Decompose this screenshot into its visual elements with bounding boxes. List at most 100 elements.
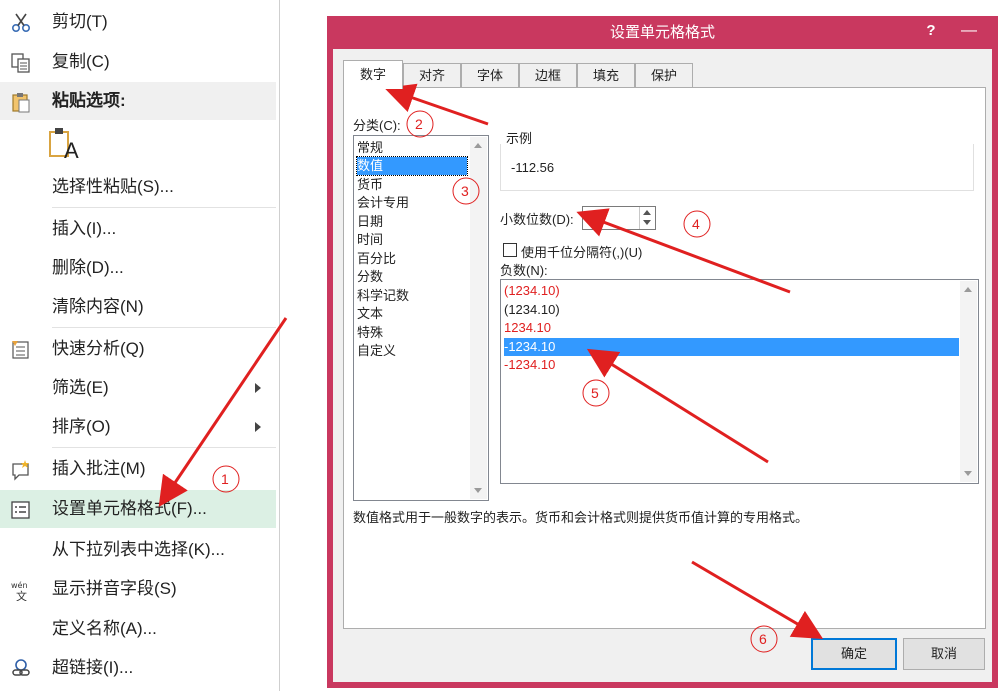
tab-page-number: 分类(C): 常规 数值 货币 会计专用 日期 时间 百分比 分数 科学记数 文… [343,87,986,629]
tab-border[interactable]: 边框 [519,63,577,88]
sample-value: -112.56 [511,160,555,175]
negative-format-item[interactable]: (1234.10) [504,301,959,319]
menu-item-label: 显示拼音字段(S) [52,579,177,598]
category-item-special[interactable]: 特殊 [357,324,467,342]
negative-format-item[interactable]: 1234.10 [504,319,959,337]
ok-button[interactable]: 确定 [811,638,897,670]
format-cells-dialog: 设置单元格格式 ? — 数字 对齐 字体 边框 填充 保护 分类(C): 常规 … [327,16,998,688]
dialog-titlebar[interactable]: 设置单元格格式 ? — [327,16,998,49]
negative-format-item[interactable]: (1234.10) [504,282,959,300]
menu-header-label: 粘贴选项: [52,91,126,110]
menu-item-label: 插入(I)... [52,219,117,238]
menu-item-label: 插入批注(M) [52,459,146,478]
category-item-text[interactable]: 文本 [357,305,467,323]
spinner-down-icon[interactable] [643,220,651,225]
category-item-time[interactable]: 时间 [357,231,467,249]
dialog-title: 设置单元格格式 [609,24,715,41]
menu-item-sort[interactable]: 排序(O) [0,408,276,446]
spinner-up-icon[interactable] [643,210,651,215]
negative-format-item[interactable]: -1234.10 [504,356,959,374]
menu-item-label: 筛选(E) [52,378,109,397]
menu-item-pick-from-list[interactable]: 从下拉列表中选择(K)... [0,531,276,569]
tab-protection[interactable]: 保护 [635,63,693,88]
svg-text:文: 文 [16,589,27,601]
menu-header-paste-options: 粘贴选项: [0,82,276,120]
submenu-arrow-icon [255,383,261,393]
tab-fill[interactable]: 填充 [577,63,635,88]
scissors-icon [11,13,31,33]
negative-numbers-label: 负数(N): [500,263,548,278]
decimal-places-value[interactable]: 2 [590,207,597,229]
format-cells-icon [11,501,30,519]
menu-item-insert-comment[interactable]: 插入批注(M) [0,450,276,488]
menu-item-label: 超链接(I)... [52,658,134,677]
quick-analysis-icon [12,341,29,359]
clipboard-icon [12,93,30,113]
menu-item-label: 排序(O) [52,417,111,436]
minimize-button[interactable]: — [947,16,991,46]
menu-item-label: 设置单元格格式(F)... [52,499,207,518]
sample-box: -112.56 [500,144,974,191]
category-label: 分类(C): [353,118,401,133]
category-item-accounting[interactable]: 会计专用 [357,194,467,212]
category-item-fraction[interactable]: 分数 [357,268,467,286]
tab-number[interactable]: 数字 [343,60,403,89]
context-menu: 剪切(T) 复制(C) 粘贴选项: A 选择性粘贴(S)... 插入(I)...… [0,0,280,691]
scroll-up-icon[interactable] [964,287,972,292]
negative-format-item-selected[interactable]: -1234.10 [504,338,959,356]
category-item-percentage[interactable]: 百分比 [357,250,467,268]
category-item-date[interactable]: 日期 [357,213,467,231]
menu-item-label: 从下拉列表中选择(K)... [52,540,225,559]
cancel-button[interactable]: 取消 [903,638,985,670]
menu-item-format-cells[interactable]: 设置单元格格式(F)... [0,490,276,528]
menu-item-define-name[interactable]: 定义名称(A)... [0,610,276,648]
paste-as-text-option[interactable]: A [48,126,84,166]
menu-item-label: 选择性粘贴(S)... [52,177,174,196]
help-button[interactable]: ? [917,16,945,46]
copy-icon [11,53,30,73]
menu-item-cut[interactable]: 剪切(T) [0,3,276,41]
phonetic-icon: wén 文 [11,580,28,601]
scroll-up-icon[interactable] [474,143,482,148]
category-item-custom[interactable]: 自定义 [357,342,467,360]
svg-text:wén: wén [11,580,28,590]
scroll-down-icon[interactable] [474,488,482,493]
category-list[interactable]: 常规 数值 货币 会计专用 日期 时间 百分比 分数 科学记数 文本 特殊 自定… [353,135,489,501]
paste-option-glyph: A [64,138,79,163]
menu-separator [52,207,276,208]
negative-list-scrollbar[interactable] [960,281,977,482]
menu-item-copy[interactable]: 复制(C) [0,43,276,81]
menu-item-hyperlink[interactable]: 超链接(I)... [0,649,276,687]
tab-alignment[interactable]: 对齐 [403,63,461,88]
menu-item-paste-special[interactable]: 选择性粘贴(S)... [0,168,276,206]
format-description: 数值格式用于一般数字的表示。货币和会计格式则提供货币值计算的专用格式。 [353,510,809,525]
submenu-arrow-icon [255,422,261,432]
thousands-separator-checkbox[interactable] [503,243,517,257]
thousands-separator-label: 使用千位分隔符(,)(U) [521,245,643,260]
menu-item-label: 快速分析(Q) [52,339,145,358]
menu-item-label: 清除内容(N) [52,297,144,316]
menu-item-label: 复制(C) [52,52,110,71]
category-item-number[interactable]: 数值 [356,156,468,176]
menu-item-phonetic[interactable]: wén 文 显示拼音字段(S) [0,570,276,608]
category-item-scientific[interactable]: 科学记数 [357,287,467,305]
category-item-currency[interactable]: 货币 [357,176,467,194]
category-item-general[interactable]: 常规 [357,139,467,157]
menu-item-insert[interactable]: 插入(I)... [0,210,276,248]
menu-item-delete[interactable]: 删除(D)... [0,249,276,287]
tab-font[interactable]: 字体 [461,63,519,88]
comment-icon [12,460,29,481]
menu-item-label: 剪切(T) [52,12,108,31]
spinner-buttons[interactable] [639,207,655,229]
link-icon [12,659,30,676]
negative-numbers-list[interactable]: (1234.10) (1234.10) 1234.10 -1234.10 -12… [500,279,979,484]
menu-item-label: 删除(D)... [52,258,124,277]
category-scrollbar[interactable] [470,137,487,499]
scroll-down-icon[interactable] [964,471,972,476]
menu-item-clear-contents[interactable]: 清除内容(N) [0,288,276,326]
menu-item-filter[interactable]: 筛选(E) [0,369,276,407]
decimal-places-spinner[interactable]: 2 [582,206,656,230]
menu-item-label: 定义名称(A)... [52,619,157,638]
menu-item-quick-analysis[interactable]: 快速分析(Q) [0,330,276,368]
dialog-client: 数字 对齐 字体 边框 填充 保护 分类(C): 常规 数值 货币 会计专用 日… [333,49,992,682]
